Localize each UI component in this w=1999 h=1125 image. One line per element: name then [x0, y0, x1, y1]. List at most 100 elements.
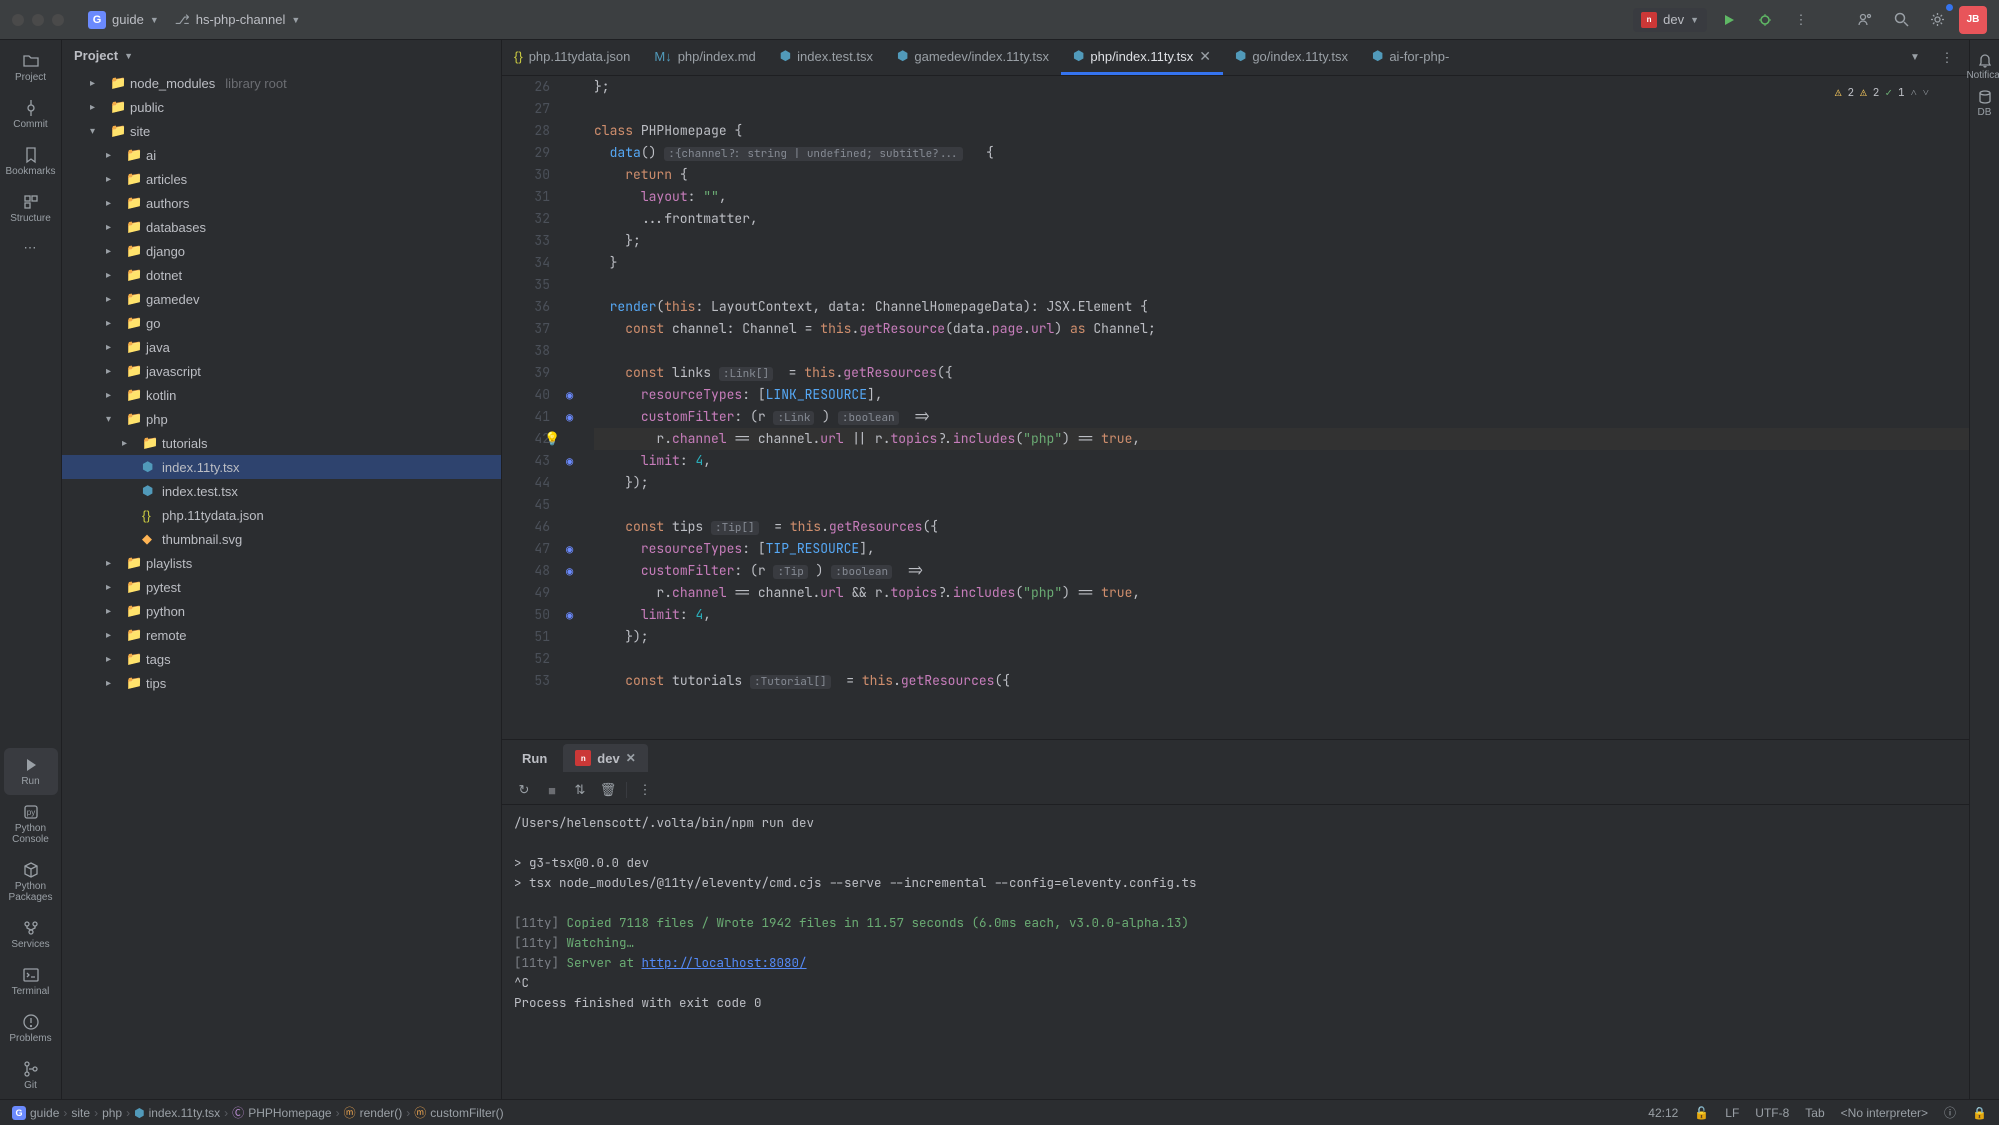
editor-tab[interactable]: ⬢ai-for-php-: [1360, 40, 1461, 75]
usage-icon[interactable]: ◉: [566, 560, 573, 582]
debug-button[interactable]: [1751, 6, 1779, 34]
line-gutter[interactable]: 2627282930313233343536373839404142434445…: [502, 76, 562, 739]
sidebar-item-project[interactable]: Project: [4, 44, 58, 91]
chevron-down-icon[interactable]: ˅: [1923, 82, 1929, 104]
code-area[interactable]: }; class PHPHomepage { data() :{channel?…: [590, 76, 1969, 739]
sidebar-item-services[interactable]: Services: [4, 911, 58, 958]
usage-icon[interactable]: ◉: [566, 538, 573, 560]
usage-icon[interactable]: ◉: [566, 384, 573, 406]
reader-mode-icon[interactable]: ⓘ: [1944, 1104, 1956, 1121]
sidebar-item-bookmarks[interactable]: Bookmarks: [4, 138, 58, 185]
breadcrumb-item[interactable]: php: [102, 1106, 122, 1120]
sidebar-item-run[interactable]: Run: [4, 748, 58, 795]
tree-row[interactable]: ▸📁javascript: [62, 359, 501, 383]
tree-row[interactable]: ▸📁databases: [62, 215, 501, 239]
run-tab-main[interactable]: Run: [510, 745, 559, 772]
intention-bulb-icon[interactable]: 💡: [544, 428, 560, 450]
usage-icon[interactable]: ◉: [566, 604, 573, 626]
tree-row[interactable]: ▸📁playlists: [62, 551, 501, 575]
minimize-dot[interactable]: [32, 14, 44, 26]
search-button[interactable]: [1887, 6, 1915, 34]
tree-row[interactable]: ▸📁tags: [62, 647, 501, 671]
breadcrumb-item[interactable]: ⬢ index.11ty.tsx: [134, 1106, 220, 1120]
code-editor[interactable]: ⚠2 ⚠2 ✓1 ˄ ˅ 262728293031323334353637383…: [502, 76, 1969, 739]
breadcrumb-item[interactable]: G guide: [12, 1106, 59, 1120]
more-button[interactable]: ⋮: [635, 780, 655, 800]
tree-row[interactable]: ▸📁java: [62, 335, 501, 359]
editor-tab[interactable]: ⬢index.test.tsx: [768, 40, 885, 75]
window-controls[interactable]: [12, 14, 64, 26]
breadcrumb-item[interactable]: ⓜ render(): [344, 1104, 403, 1121]
tree-row[interactable]: ▸📁tutorials: [62, 431, 501, 455]
file-encoding[interactable]: UTF-8: [1755, 1106, 1789, 1120]
tree-row[interactable]: ▸📁kotlin: [62, 383, 501, 407]
tree-row[interactable]: ▸📁public: [62, 95, 501, 119]
usage-icon[interactable]: ◉: [566, 406, 573, 428]
chevron-up-icon[interactable]: ˄: [1911, 82, 1917, 104]
project-selector[interactable]: G guide ▼: [80, 7, 167, 33]
sidebar-item-git[interactable]: Git: [4, 1052, 58, 1099]
tree-row[interactable]: ▸📁django: [62, 239, 501, 263]
inspection-summary[interactable]: ⚠2 ⚠2 ✓1 ˄ ˅: [1835, 82, 1929, 104]
editor-tab[interactable]: ⬢php/index.11ty.tsx✕: [1061, 40, 1223, 75]
tree-row[interactable]: ▾📁site: [62, 119, 501, 143]
run-tab-config[interactable]: n dev ✕: [563, 744, 647, 772]
tree-row[interactable]: ⬢index.test.tsx: [62, 479, 501, 503]
sidebar-item-python-packages[interactable]: Python Packages: [4, 853, 58, 911]
breadcrumb-item[interactable]: site: [71, 1106, 90, 1120]
tree-row[interactable]: ▸📁node_moduleslibrary root: [62, 71, 501, 95]
lock-icon[interactable]: 🔓: [1694, 1106, 1709, 1120]
sidebar-item-python-console[interactable]: pyPython Console: [4, 795, 58, 853]
chevron-down-icon[interactable]: ▼: [1901, 44, 1929, 72]
tree-row[interactable]: ⬢index.11ty.tsx: [62, 455, 501, 479]
rail-item-db[interactable]: DB: [1972, 85, 1998, 122]
sidebar-item-more[interactable]: ⋯: [4, 232, 58, 264]
rail-item-notificat[interactable]: Notificat: [1972, 48, 1998, 85]
code-with-me-button[interactable]: [1851, 6, 1879, 34]
zoom-dot[interactable]: [52, 14, 64, 26]
editor-tab[interactable]: ⬢gamedev/index.11ty.tsx: [885, 40, 1061, 75]
tree-row[interactable]: ▸📁remote: [62, 623, 501, 647]
console-output[interactable]: /Users/helenscott/.volta/bin/npm run dev…: [502, 805, 1969, 1099]
more-tabs-button[interactable]: ⋮: [1933, 44, 1961, 72]
gutter-icons[interactable]: ◉◉💡◉◉◉◉: [562, 76, 590, 739]
avatar-button[interactable]: JB: [1959, 6, 1987, 34]
close-icon[interactable]: ✕: [1199, 48, 1211, 65]
usage-icon[interactable]: ◉: [566, 450, 573, 472]
tree-row[interactable]: ◆thumbnail.svg: [62, 527, 501, 551]
project-panel-header[interactable]: Project ▼: [62, 40, 501, 71]
tree-row[interactable]: ▸📁python: [62, 599, 501, 623]
tree-row[interactable]: ▸📁tips: [62, 671, 501, 695]
tree-row[interactable]: ▸📁pytest: [62, 575, 501, 599]
filter-button[interactable]: ⇅: [570, 780, 590, 800]
breadcrumbs[interactable]: G guide› site› php›⬢ index.11ty.tsx›Ⓒ PH…: [12, 1104, 504, 1121]
console-link[interactable]: http://localhost:8080/: [642, 954, 807, 971]
sidebar-item-commit[interactable]: Commit: [4, 91, 58, 138]
close-icon[interactable]: ✕: [626, 751, 636, 765]
interpreter[interactable]: <No interpreter>: [1841, 1106, 1928, 1120]
editor-tab[interactable]: {}php.11tydata.json: [502, 40, 642, 75]
project-tree[interactable]: ▸📁node_moduleslibrary root▸📁public▾📁site…: [62, 71, 501, 1099]
settings-button[interactable]: [1923, 6, 1951, 34]
indent-setting[interactable]: Tab: [1805, 1106, 1824, 1120]
cursor-position[interactable]: 42:12: [1648, 1106, 1678, 1120]
tree-row[interactable]: ▸📁authors: [62, 191, 501, 215]
git-branch-selector[interactable]: ⎇ hs-php-channel ▼: [167, 8, 309, 32]
more-actions-button[interactable]: ⋮: [1787, 6, 1815, 34]
rerun-button[interactable]: ↻: [514, 780, 534, 800]
tree-row[interactable]: ▸📁articles: [62, 167, 501, 191]
sidebar-item-terminal[interactable]: Terminal: [4, 958, 58, 1005]
breadcrumb-item[interactable]: Ⓒ PHPHomepage: [232, 1104, 331, 1121]
run-configuration-selector[interactable]: n dev ▼: [1633, 8, 1707, 32]
tree-row[interactable]: ▸📁gamedev: [62, 287, 501, 311]
tree-row[interactable]: ▸📁dotnet: [62, 263, 501, 287]
memory-icon[interactable]: 🔒: [1972, 1106, 1987, 1120]
tree-row[interactable]: {}php.11tydata.json: [62, 503, 501, 527]
editor-tab[interactable]: M↓php/index.md: [642, 40, 767, 75]
run-button[interactable]: [1715, 6, 1743, 34]
close-dot[interactable]: [12, 14, 24, 26]
tree-row[interactable]: ▸📁ai: [62, 143, 501, 167]
sidebar-item-structure[interactable]: Structure: [4, 185, 58, 232]
editor-tab[interactable]: ⬢go/index.11ty.tsx: [1223, 40, 1360, 75]
sidebar-item-problems[interactable]: Problems: [4, 1005, 58, 1052]
